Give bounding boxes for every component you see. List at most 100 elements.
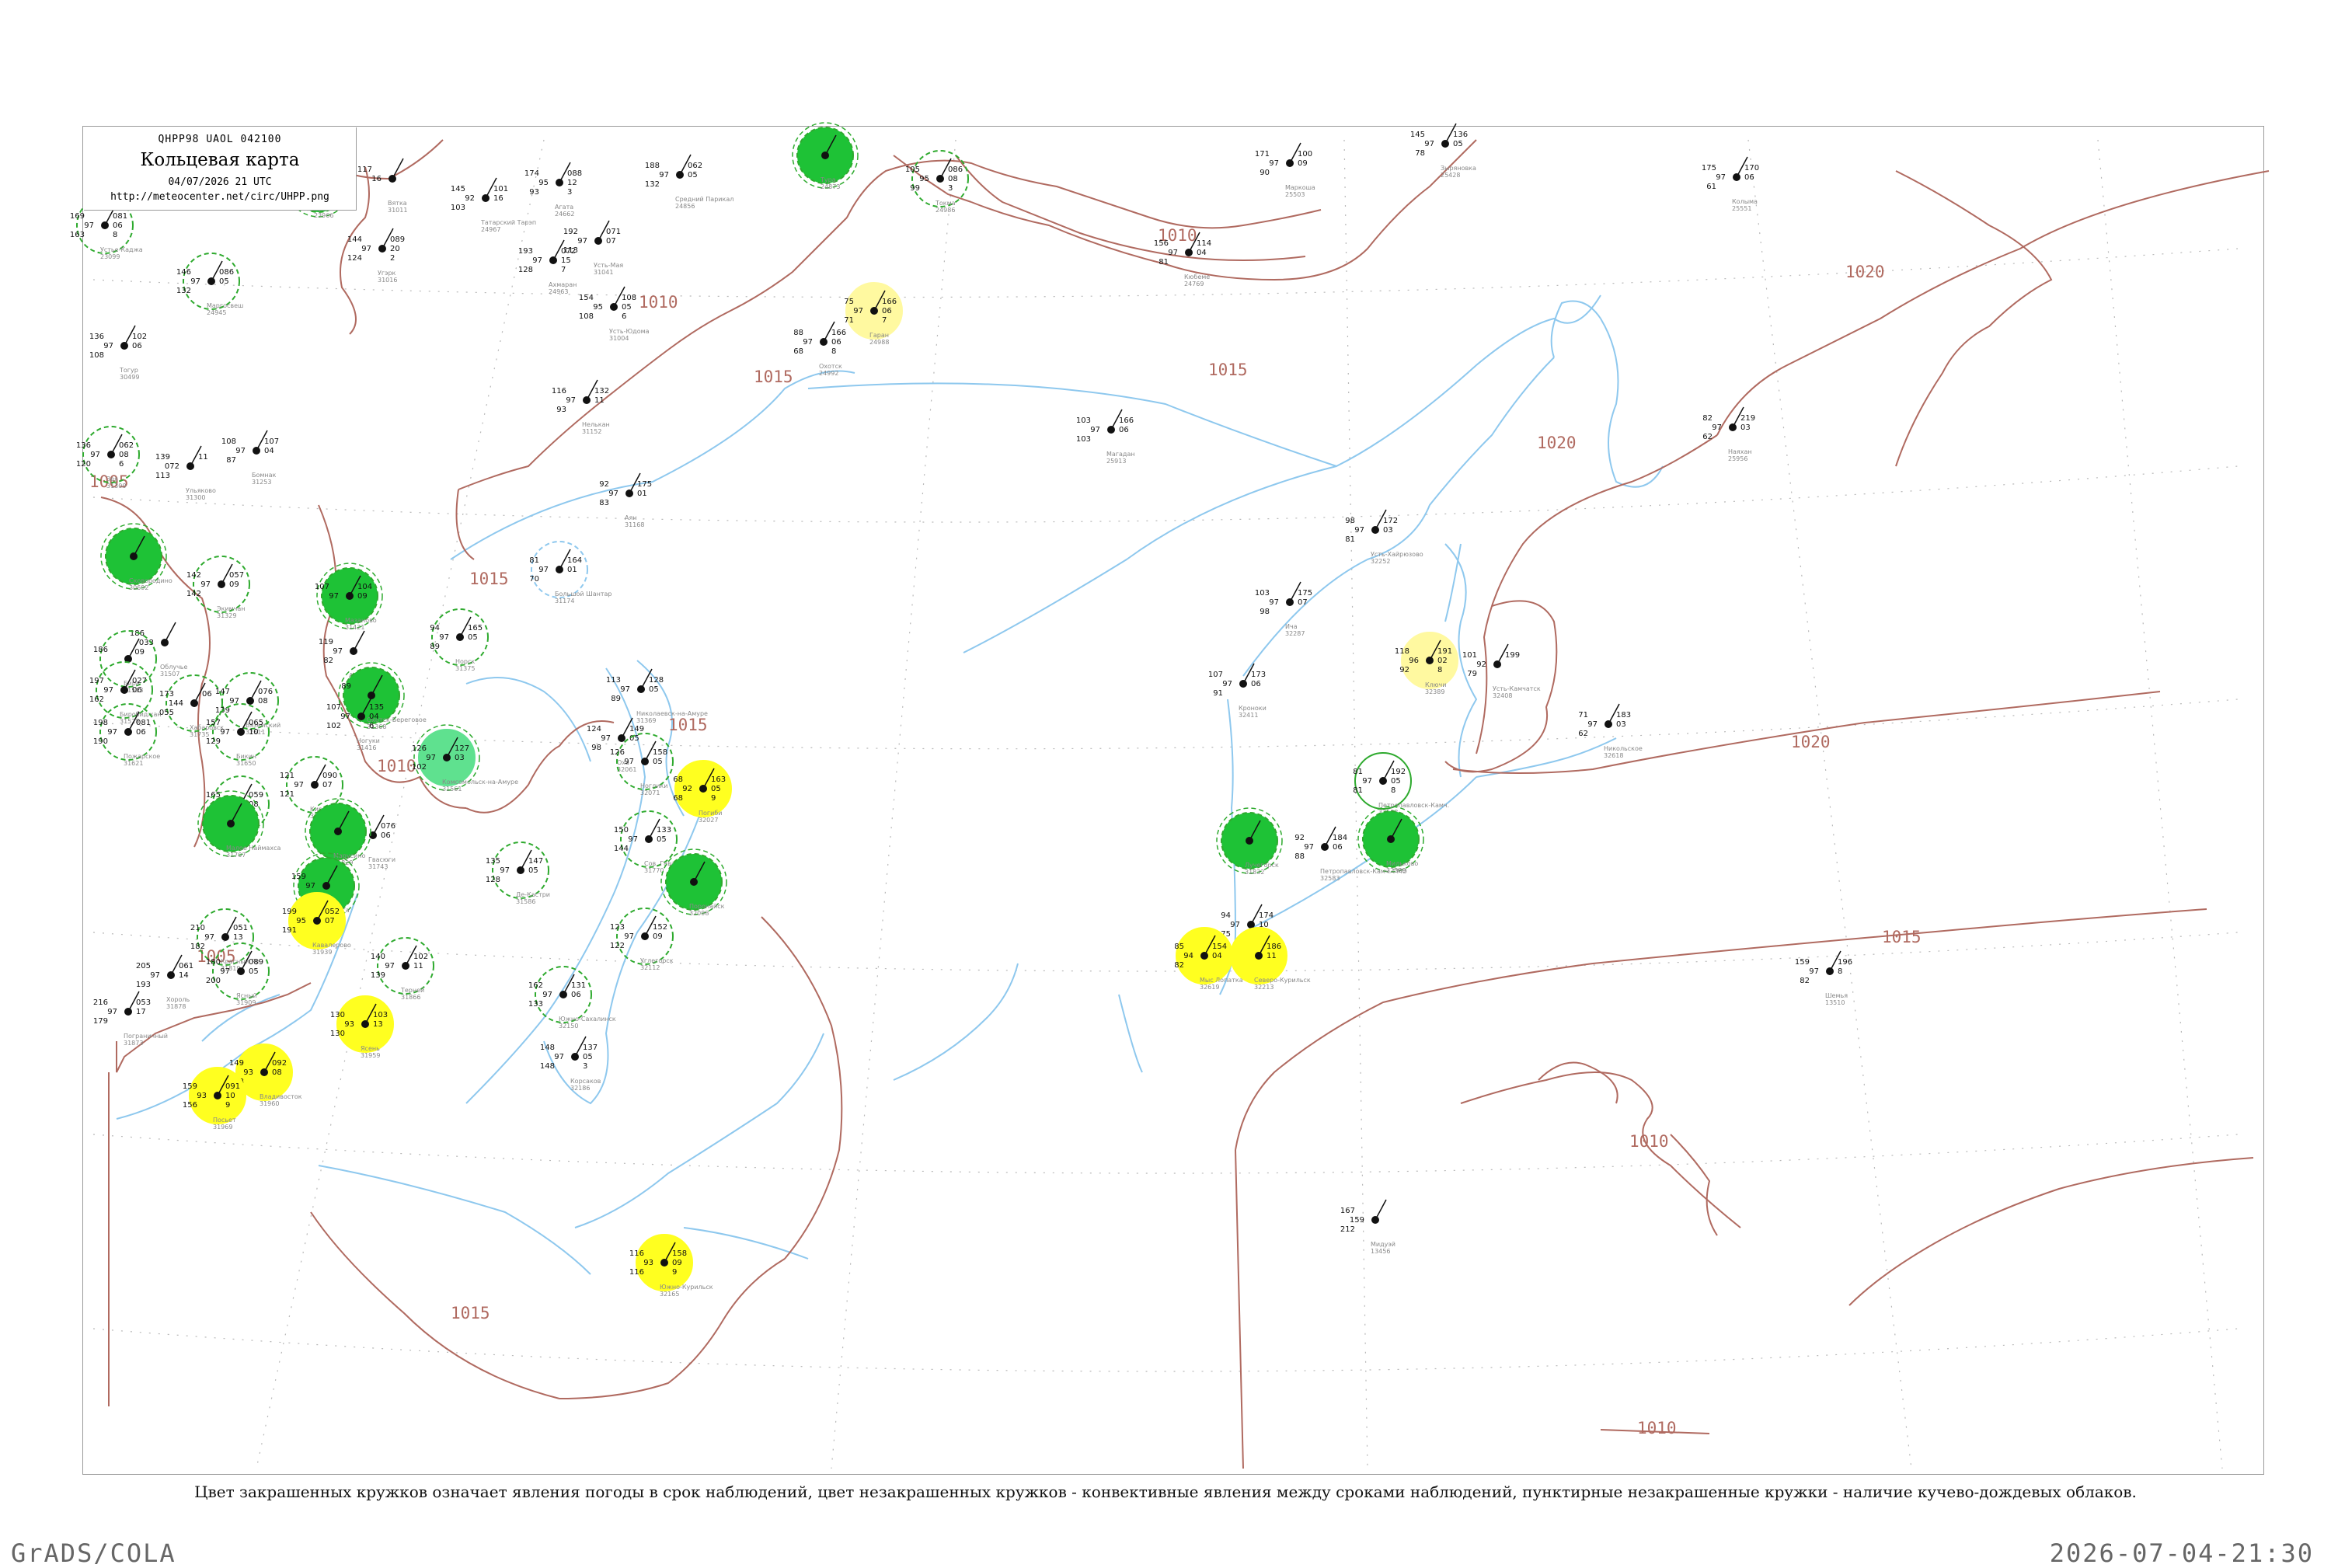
- station-model[interactable]: Мильково32389: [1357, 806, 1424, 874]
- station-number: 13456: [1371, 1248, 1390, 1255]
- station-value: 97: [1809, 967, 1819, 976]
- station-model[interactable]: 14497124 089202 Угэрк31016: [347, 228, 405, 284]
- station-model[interactable]: 17314405506Хабаровск31735: [159, 674, 224, 738]
- isobar-label: 1020: [1845, 263, 1885, 281]
- station-value: 97: [554, 1053, 564, 1061]
- station-value: 81: [529, 556, 539, 565]
- station-model[interactable]: Тура24873: [792, 122, 859, 190]
- station-value: 135: [486, 857, 500, 866]
- station-model[interactable]: 989781 17203 Усть-Хайрюзово32252: [1345, 509, 1423, 565]
- station-model[interactable]: 19397128 072157 Ахмаран24963: [518, 239, 577, 295]
- station-model[interactable]: 139072113 11 Ульяково31300: [155, 445, 216, 501]
- station-value: 175: [1298, 589, 1312, 598]
- station-model[interactable]: 18603309Облучье31507: [130, 622, 188, 678]
- station-model[interactable]: 1169793 13211 Нелькан31152: [552, 379, 610, 435]
- station-value: 81: [1159, 258, 1169, 267]
- station-name: Маркоша: [1285, 184, 1315, 191]
- station-model[interactable]: 1039798 17507 Ича32287: [1255, 581, 1312, 637]
- station-value: 09: [653, 932, 663, 941]
- station-number: 31421: [345, 624, 364, 631]
- station-model[interactable]: 14297142 05709 Экимчан31329: [186, 556, 250, 619]
- station-model[interactable]: 11693116 158099 Южно-Курильск32165: [629, 1234, 713, 1298]
- station-model[interactable]: 1459778 13605 Зыряновка25428: [1410, 123, 1476, 179]
- station-model[interactable]: 13597128 14705 Де-Кастри31586: [486, 841, 550, 905]
- station-value: 06: [882, 307, 892, 315]
- station-model[interactable]: 14897148 137053 Корсаков32186: [540, 1036, 601, 1092]
- station-value: 062: [119, 441, 134, 450]
- station-model[interactable]: Сковородино30692: [100, 523, 172, 591]
- station-model[interactable]: 1189692 191028 Ключи32389: [1395, 632, 1458, 695]
- station-model[interactable]: 1089787 10704 Бомнак31253: [221, 430, 279, 486]
- station-model[interactable]: 21697179 05317 Пограничный31873: [93, 991, 168, 1047]
- station-model[interactable]: 14592103 10116 Татарский Тарэп24967: [451, 177, 536, 233]
- station-number: 24986: [936, 207, 955, 214]
- station-value: 95: [538, 179, 549, 187]
- station-model[interactable]: 889768 166068 Охотск24992: [793, 321, 846, 377]
- station-value: 12: [567, 179, 577, 187]
- station-model[interactable]: 13697120 062086Зея31300: [76, 426, 140, 490]
- station-name: Южно-Курильск: [660, 1284, 713, 1291]
- station-value: 97: [628, 835, 638, 844]
- station-value: 71: [1578, 711, 1588, 720]
- station-model[interactable]: Лучегорск31832: [1216, 807, 1283, 876]
- station-model[interactable]: 689268 163059 Погиби32027: [673, 760, 732, 824]
- station-model[interactable]: 1749593 088123 Агата24662: [524, 162, 582, 218]
- station-name: Аян: [625, 514, 637, 521]
- station-model[interactable]: 1759761 17006 Колыма25551: [1702, 156, 1759, 212]
- station-value: 97: [107, 1008, 117, 1016]
- station-model[interactable]: 929783 17501 Аян31168: [599, 472, 652, 528]
- isobar-label: 1010: [639, 293, 678, 312]
- station-name: Ульяково: [186, 487, 216, 494]
- station-model[interactable]: 819770 16401 Большой Шантар31174: [529, 541, 612, 605]
- station-value: 92: [465, 194, 475, 203]
- station-value: 162: [89, 695, 104, 704]
- station-name: Мазаново: [345, 617, 377, 624]
- source-url[interactable]: http://meteocenter.net/circ/UHPP.png: [84, 191, 356, 203]
- station-model[interactable]: Поронайск32098: [660, 848, 727, 917]
- station-number: 31016: [378, 277, 397, 284]
- station-value: 116: [552, 387, 566, 395]
- station-model[interactable]: 10797 10409 Мазаново31421: [315, 563, 383, 631]
- station-model[interactable]: 13697108 10206 Тогур30499: [89, 325, 147, 381]
- station-number: 25913: [1106, 458, 1126, 465]
- station-value: 146: [176, 268, 191, 277]
- station-model[interactable]: 1599782 1968 Шемья13510: [1795, 950, 1852, 1006]
- station-value: 199: [1505, 651, 1520, 660]
- station-model[interactable]: 11716 Вятка31011: [357, 158, 408, 214]
- station-value: 158: [672, 1249, 687, 1258]
- station-model[interactable]: 12697102 12703 Комсомольск-на-Амуре31561: [412, 724, 518, 793]
- station-value: 108: [622, 294, 636, 302]
- station-model[interactable]: 1719790 10009 Маркоша25503: [1255, 142, 1315, 198]
- station-model[interactable]: 15993156 091109 Посьет31969: [183, 1067, 246, 1131]
- station-name: Бикин: [236, 753, 256, 760]
- station-value: 85: [1174, 943, 1184, 951]
- station-model[interactable]: 1079791 17306 Кроноки32411: [1208, 663, 1267, 719]
- station-model[interactable]: 12397122 15209 Углегорск32112: [610, 908, 674, 971]
- station-value: 108: [579, 312, 594, 321]
- station-model[interactable]: 124979814905Оха32061: [587, 717, 644, 773]
- station-value: 118: [1395, 647, 1409, 656]
- station-model[interactable]: Марусино31829: [305, 798, 371, 866]
- station-model[interactable]: 14697132 08605 Маргосвеш24945: [176, 253, 243, 316]
- station-value: 128: [486, 876, 500, 884]
- station-value: 105: [905, 166, 920, 174]
- station-model[interactable]: 759771 166067 Гаран24988: [844, 282, 903, 346]
- station-model[interactable]: 167159212 Мидуэй13456: [1340, 1199, 1395, 1255]
- station-value: 13: [233, 933, 243, 942]
- station-model[interactable]: 13093130 10313 Ясень31959: [330, 995, 394, 1059]
- station-model[interactable]: 18897132 06205 Средний Парикал24856: [645, 154, 733, 210]
- station-value: 191: [282, 926, 297, 935]
- station-value: 133: [657, 826, 671, 835]
- station-model[interactable]: 14097139 10211 Терней31866: [371, 937, 434, 1001]
- station-value: 053: [136, 998, 151, 1007]
- station-model[interactable]: 949789 16505 Норск31375: [430, 608, 489, 672]
- station-value: 05: [653, 758, 663, 766]
- station-model[interactable]: 10397103 16606 Магадан25913: [1076, 409, 1135, 465]
- station-value: 122: [610, 942, 625, 950]
- station-name: Угэрк: [378, 270, 396, 277]
- station-name: Ключи: [1425, 681, 1446, 688]
- station-value: 97: [608, 490, 618, 498]
- station-value: 05: [528, 866, 538, 875]
- station-model[interactable]: 1019279 199 Усть-Камчатск32408: [1462, 643, 1541, 699]
- station-model[interactable]: 819781192058Петропавловск-Камч.32583: [1353, 752, 1449, 816]
